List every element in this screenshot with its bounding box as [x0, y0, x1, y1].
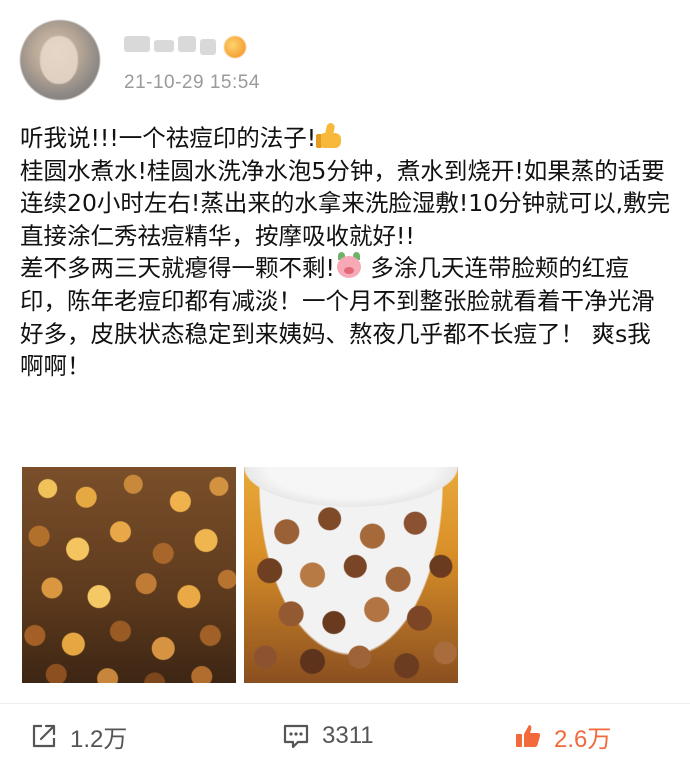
thumbs-up-icon	[514, 722, 542, 750]
weibo-post: 21-10-29 15:54 听我说!!!一个祛痘印的法子! 桂圆水煮水!桂圆水…	[0, 0, 690, 776]
like-button[interactable]: 2.6万	[514, 718, 611, 754]
thumbs-up-emoji-icon	[316, 122, 344, 150]
username-redacted[interactable]	[124, 32, 220, 58]
share-button[interactable]: 1.2万	[30, 718, 127, 754]
action-bar: 1.2万 3311 2.6万	[0, 704, 690, 768]
avatar-face	[40, 36, 78, 84]
comment-icon	[282, 722, 310, 750]
bowl-rim	[244, 467, 458, 507]
paragraph-text: 听我说!!!一个祛痘印的法子!	[20, 124, 317, 152]
longan-shells-in-bowl-photo[interactable]	[244, 467, 458, 683]
post-timestamp: 21-10-29 15:54	[124, 72, 260, 93]
boiling-longan-shells-photo[interactable]	[22, 467, 236, 683]
post-body: 听我说!!!一个祛痘印的法子! 桂圆水煮水!桂圆水洗净水泡5分钟，煮水到烧开!如…	[20, 122, 674, 383]
pig-face-emoji-icon	[335, 252, 363, 280]
share-count: 1.2万	[70, 725, 128, 753]
post-paragraph-3: 差不多两三天就瘪得一颗不剩! 多涂几天连带脸颊的红痘印，陈年老痘印都有减淡！一个…	[20, 252, 674, 382]
post-images	[22, 467, 458, 683]
post-paragraph-2: 桂圆水煮水!桂圆水洗净水泡5分钟，煮水到烧开!如果蒸的话要连续20小时左右!蒸出…	[20, 156, 671, 250]
post-header: 21-10-29 15:54	[18, 16, 672, 108]
comment-button[interactable]: 3311	[282, 718, 374, 754]
user-badge-icon	[224, 36, 246, 58]
like-count: 2.6万	[554, 725, 612, 753]
post-paragraph-1: 听我说!!!一个祛痘印的法子!	[20, 122, 674, 155]
comment-count: 3311	[322, 722, 374, 749]
avatar[interactable]	[20, 20, 100, 100]
share-icon	[30, 722, 58, 750]
paragraph-text: 差不多两三天就瘪得一颗不剩!	[20, 254, 335, 283]
